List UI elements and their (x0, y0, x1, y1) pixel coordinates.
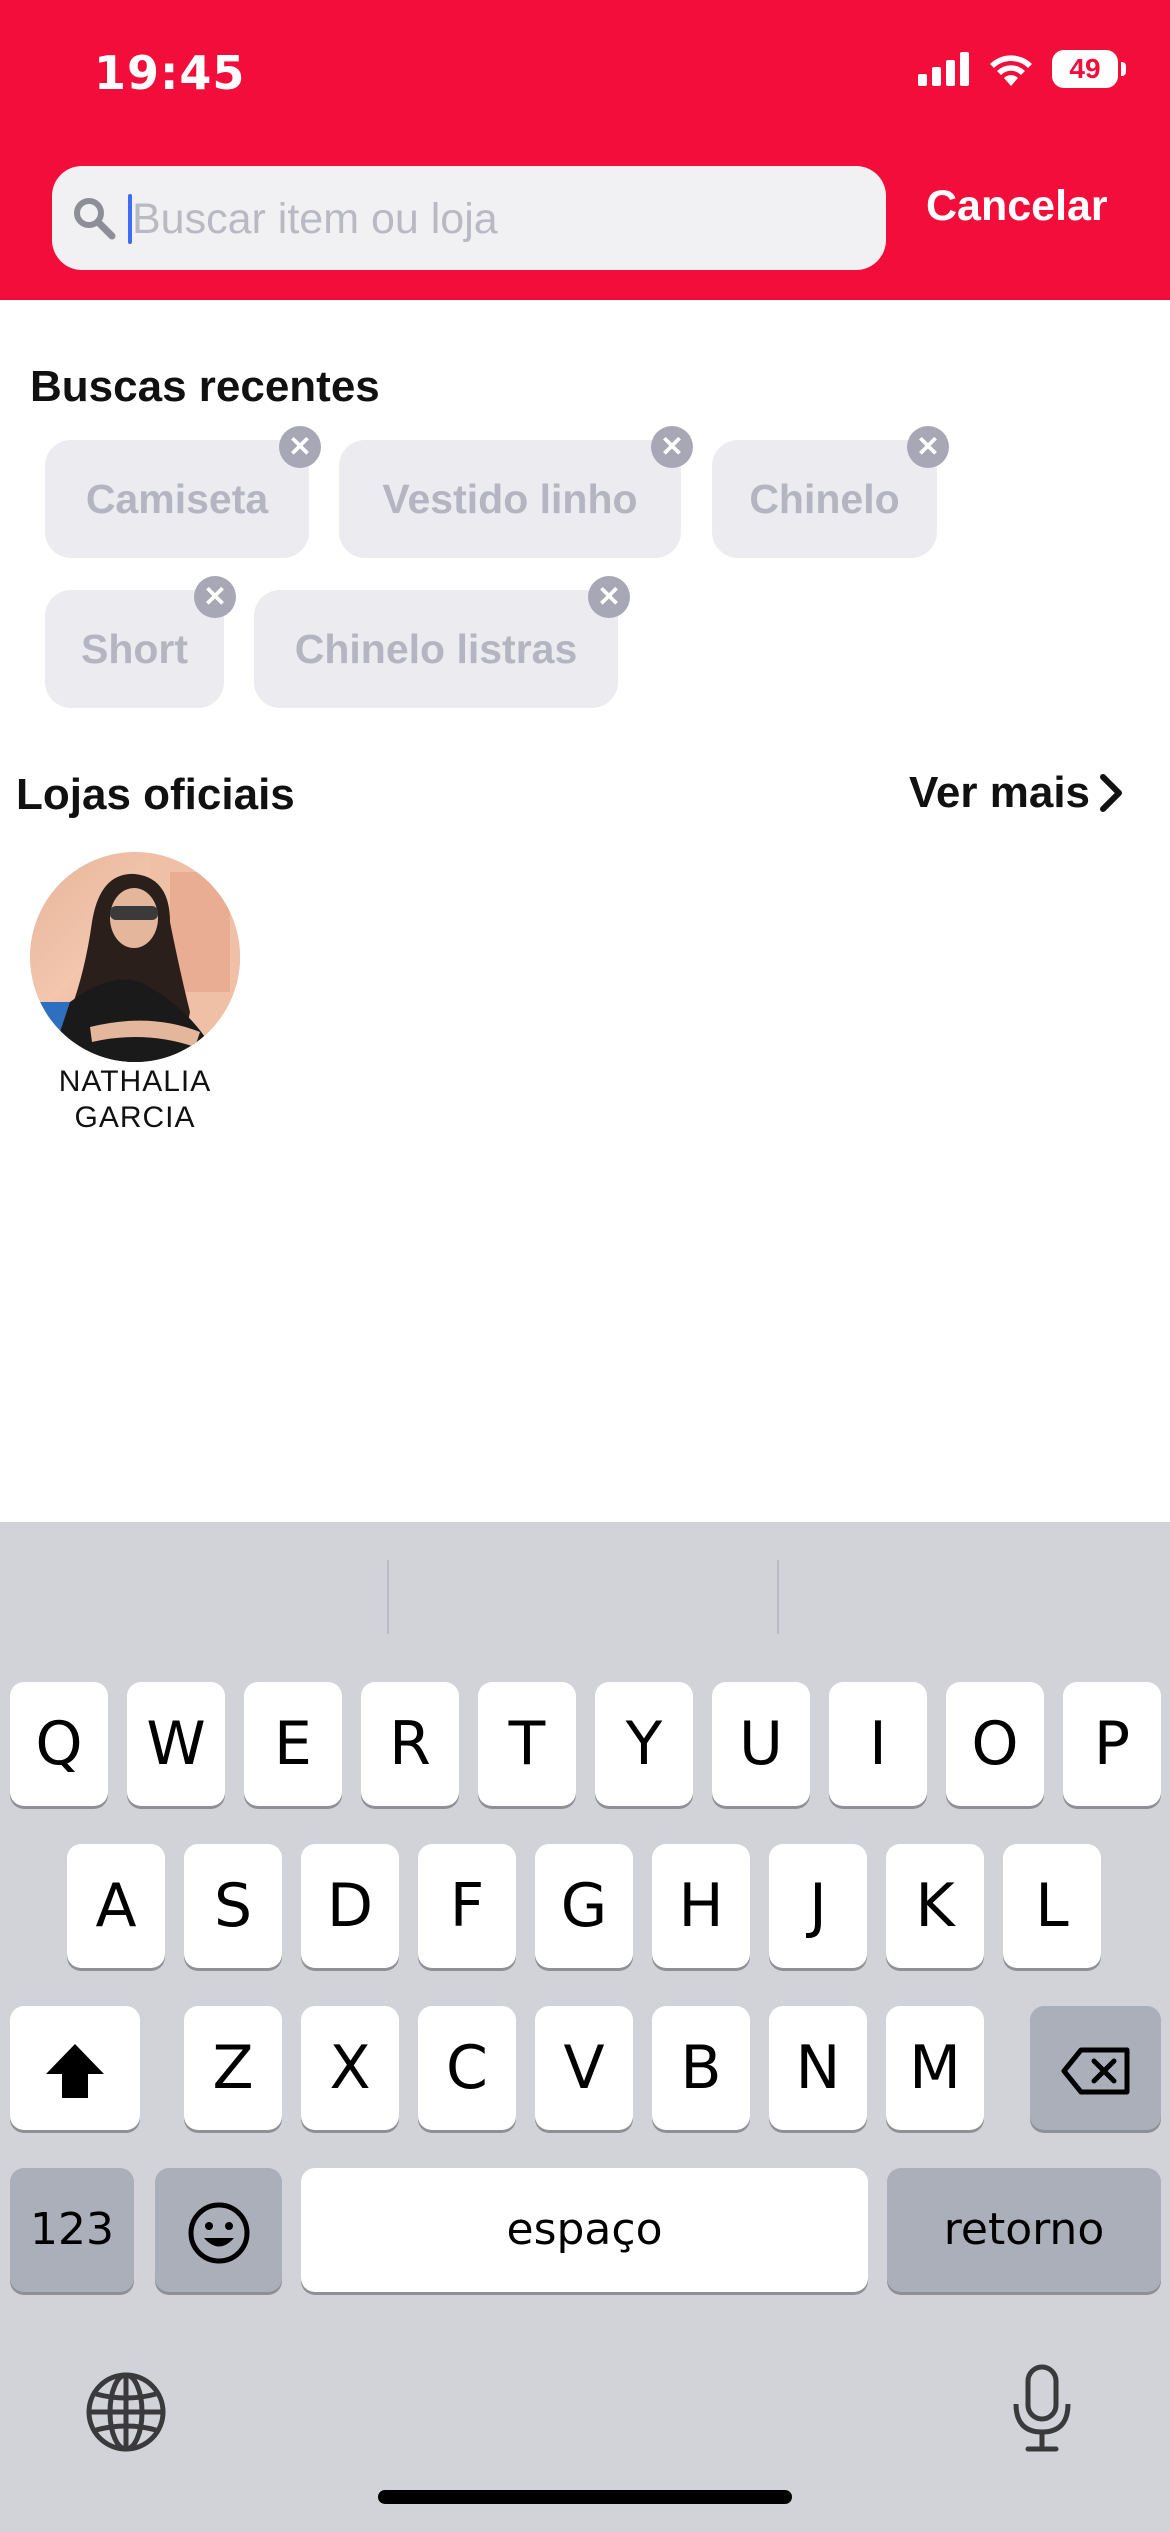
space-key[interactable]: espaço (301, 2168, 868, 2292)
chevron-right-icon (1100, 774, 1123, 812)
backspace-icon (1061, 2047, 1129, 2095)
key-u[interactable]: U (712, 1682, 810, 1806)
key-y[interactable]: Y (595, 1682, 693, 1806)
key-o[interactable]: O (946, 1682, 1044, 1806)
return-key[interactable]: retorno (887, 2168, 1161, 2292)
key-m[interactable]: M (886, 2006, 984, 2130)
key-f[interactable]: F (418, 1844, 516, 1968)
store-name[interactable]: NATHALIA GARCIA (20, 1064, 250, 1136)
search-icon (74, 198, 116, 240)
key-v[interactable]: V (535, 2006, 633, 2130)
search-box[interactable] (52, 166, 886, 272)
key-r[interactable]: R (361, 1682, 459, 1806)
header: 19:45 49 Cancelar (0, 0, 1170, 300)
status-icons: 49 (918, 50, 1126, 88)
official-stores-title: Lojas oficiais (16, 770, 295, 819)
close-icon[interactable]: ✕ (907, 426, 949, 468)
backspace-key[interactable] (1030, 2006, 1161, 2130)
keyboard: Q W E R T Y U I O P A S D F G H J K L Z … (0, 1522, 1170, 2532)
key-q[interactable]: Q (10, 1682, 108, 1806)
store-name-line1: NATHALIA (58, 1065, 212, 1098)
globe-icon[interactable] (84, 2370, 168, 2454)
key-s[interactable]: S (184, 1844, 282, 1968)
see-more-label: Ver mais (909, 768, 1091, 817)
key-k[interactable]: K (886, 1844, 984, 1968)
cellular-signal-icon (918, 52, 969, 86)
key-j[interactable]: J (769, 1844, 867, 1968)
shift-key[interactable] (10, 2006, 140, 2130)
suggestion-divider (777, 1560, 779, 1634)
key-e[interactable]: E (244, 1682, 342, 1806)
key-w[interactable]: W (127, 1682, 225, 1806)
key-x[interactable]: X (301, 2006, 399, 2130)
store-name-line2: GARCIA (74, 1101, 196, 1134)
shift-icon (46, 2044, 104, 2099)
recent-chip-label: Short (80, 626, 189, 672)
store-avatar[interactable] (30, 852, 240, 1062)
key-l[interactable]: L (1003, 1844, 1101, 1968)
recent-chip-label: Vestido linho (382, 476, 638, 522)
battery-icon: 49 (1052, 50, 1126, 88)
key-g[interactable]: G (535, 1844, 633, 1968)
recent-chip[interactable]: Camiseta ✕ (45, 426, 321, 558)
status-time: 19:45 (94, 46, 246, 100)
emoji-icon (188, 2202, 249, 2264)
key-b[interactable]: B (652, 2006, 750, 2130)
suggestion-divider (387, 1560, 389, 1634)
emoji-key[interactable] (155, 2168, 282, 2292)
key-d[interactable]: D (301, 1844, 399, 1968)
cancel-button[interactable]: Cancelar (926, 182, 1108, 231)
store-photo (30, 852, 240, 1062)
wifi-icon (990, 55, 1032, 86)
recent-chip-label: Chinelo listras (294, 626, 578, 672)
key-z[interactable]: Z (184, 2006, 282, 2130)
close-icon[interactable]: ✕ (651, 426, 693, 468)
recent-chip-label: Camiseta (85, 476, 269, 522)
key-t[interactable]: T (478, 1682, 576, 1806)
microphone-icon[interactable] (1010, 2364, 1074, 2454)
close-icon[interactable]: ✕ (279, 426, 321, 468)
recent-chip[interactable]: Vestido linho ✕ (339, 426, 693, 558)
key-a[interactable]: A (67, 1844, 165, 1968)
key-p[interactable]: P (1063, 1682, 1161, 1806)
recent-chip[interactable]: Short ✕ (45, 576, 236, 708)
key-i[interactable]: I (829, 1682, 927, 1806)
close-icon[interactable]: ✕ (588, 576, 630, 618)
key-n[interactable]: N (769, 2006, 867, 2130)
see-more-link[interactable]: Ver mais (909, 768, 1124, 818)
recent-chip[interactable]: Chinelo listras ✕ (254, 576, 630, 708)
recent-chip-label: Chinelo (749, 476, 900, 522)
recent-searches-title: Buscas recentes (30, 362, 380, 411)
recent-chip[interactable]: Chinelo ✕ (712, 426, 949, 558)
numbers-key[interactable]: 123 (10, 2168, 134, 2292)
close-icon[interactable]: ✕ (194, 576, 236, 618)
key-c[interactable]: C (418, 2006, 516, 2130)
search-input[interactable] (130, 166, 864, 272)
home-indicator (378, 2490, 792, 2504)
key-h[interactable]: H (652, 1844, 750, 1968)
